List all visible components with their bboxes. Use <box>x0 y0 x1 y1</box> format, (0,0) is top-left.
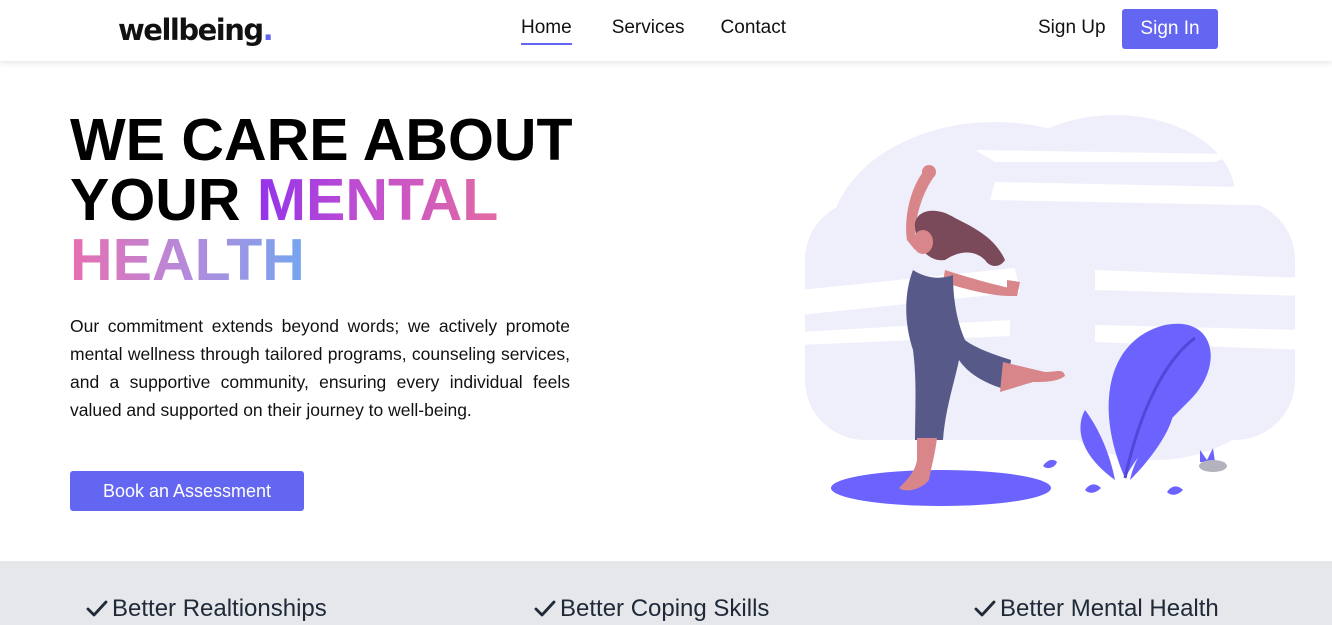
nav-link-contact[interactable]: Contact <box>721 16 786 45</box>
sign-in-button[interactable]: Sign In <box>1122 9 1218 49</box>
hero-title: WE CARE ABOUT YOUR MENTAL HEALTH <box>70 110 573 290</box>
feature-label: Better Realtionships <box>112 595 327 622</box>
main-nav: Home Services Contact <box>521 16 786 45</box>
nav-link-home[interactable]: Home <box>521 16 572 45</box>
logo-dot: . <box>262 13 274 47</box>
check-icon <box>86 600 108 617</box>
sign-up-link[interactable]: Sign Up <box>1038 16 1106 40</box>
hero-description: Our commitment extends beyond words; we … <box>70 316 570 420</box>
hero-title-mental: MENTAL <box>256 167 499 233</box>
feature-label: Better Mental Health <box>1000 595 1219 622</box>
check-icon <box>974 600 996 617</box>
features-bar: Better Realtionships Better Coping Skill… <box>0 561 1332 625</box>
logo-text: wellbeing <box>118 13 264 47</box>
check-icon <box>534 600 556 617</box>
book-assessment-button[interactable]: Book an Assessment <box>70 471 304 511</box>
brand-logo[interactable]: wellbeing. <box>118 12 274 48</box>
hero-title-line2: YOUR <box>70 167 257 233</box>
nav-link-services[interactable]: Services <box>612 16 685 45</box>
hero-title-line1: WE CARE ABOUT <box>70 107 573 173</box>
floor-shadow <box>831 470 1051 506</box>
feature-item-coping-skills: Better Coping Skills <box>534 595 769 623</box>
feature-item-mental-health: Better Mental Health <box>974 595 1219 623</box>
dancing-woman-illustration <box>800 115 1305 506</box>
top-navbar: wellbeing. Home Services Contact Sign Up… <box>0 0 1332 61</box>
feature-label: Better Coping Skills <box>560 595 770 622</box>
feature-item-relationships: Better Realtionships <box>86 595 327 623</box>
hero-title-health: HEALTH <box>70 227 305 293</box>
